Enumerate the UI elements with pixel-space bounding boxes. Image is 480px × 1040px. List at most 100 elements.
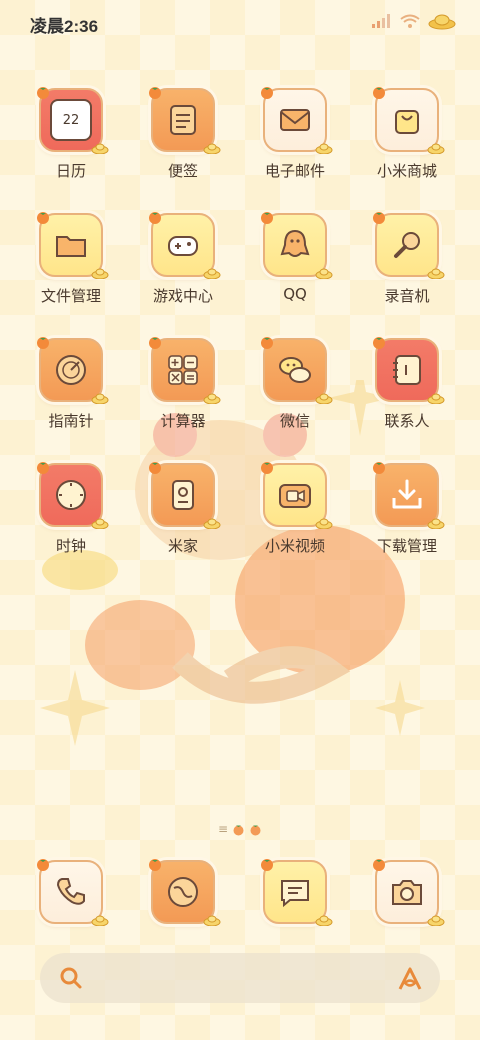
app-label: 时钟 bbox=[55, 537, 86, 555]
app-tile bbox=[261, 337, 333, 404]
download-icon bbox=[392, 479, 422, 509]
shopping-bag-icon bbox=[395, 110, 419, 134]
clock-icon bbox=[56, 480, 86, 510]
app-mijia[interactable]: 米家 bbox=[128, 459, 238, 569]
app-label: 指南针 bbox=[48, 412, 94, 430]
camera-icon bbox=[392, 880, 422, 905]
dock bbox=[0, 856, 480, 936]
app-label: QQ bbox=[283, 285, 307, 303]
app-tile bbox=[261, 462, 333, 529]
persimmon-badge-icon bbox=[149, 859, 161, 871]
compass-icon bbox=[56, 355, 86, 385]
folder-icon bbox=[56, 236, 86, 257]
app-label: 小米视频 bbox=[264, 537, 325, 555]
gold-ingot-icon bbox=[203, 393, 221, 404]
persimmon-badge-icon bbox=[261, 859, 273, 871]
app-label: 微信 bbox=[279, 412, 310, 430]
app-tile bbox=[37, 859, 109, 926]
gold-ingot-icon bbox=[315, 268, 333, 279]
app-label: 游戏中心 bbox=[152, 287, 213, 305]
gold-ingot-icon bbox=[91, 143, 109, 154]
dock-browser[interactable] bbox=[128, 856, 238, 966]
app-tile bbox=[149, 462, 221, 529]
app-label: 电子邮件 bbox=[264, 162, 325, 180]
persimmon-badge-icon bbox=[37, 212, 49, 224]
notes-icon bbox=[170, 105, 196, 135]
app-qq[interactable]: QQ bbox=[240, 209, 350, 319]
status-icons bbox=[372, 12, 456, 30]
persimmon-badge-icon bbox=[37, 462, 49, 474]
app-tile bbox=[373, 462, 445, 529]
phone-icon bbox=[56, 878, 85, 905]
dock-camera[interactable] bbox=[352, 856, 462, 966]
gold-ingot-icon bbox=[91, 518, 109, 529]
contacts-icon bbox=[393, 355, 421, 385]
gold-ingot-icon bbox=[427, 143, 445, 154]
app-wechat[interactable]: 微信 bbox=[240, 334, 350, 444]
app-contacts[interactable]: 联系人 bbox=[352, 334, 462, 444]
app-download-manager[interactable]: 下载管理 bbox=[352, 459, 462, 569]
mijia-icon bbox=[172, 480, 194, 510]
app-calendar[interactable]: 22 日历 bbox=[16, 84, 126, 194]
message-icon bbox=[281, 880, 309, 908]
app-tile bbox=[261, 859, 333, 926]
persimmon-badge-icon bbox=[261, 337, 273, 349]
gold-ingot-icon bbox=[427, 915, 445, 926]
app-notes[interactable]: 便签 bbox=[128, 84, 238, 194]
persimmon-badge-icon bbox=[37, 859, 49, 871]
page-dot-active bbox=[233, 825, 244, 835]
menu-lines-icon: ≡ bbox=[217, 822, 229, 836]
video-camera-icon bbox=[279, 484, 311, 508]
app-compass[interactable]: 指南针 bbox=[16, 334, 126, 444]
app-recorder[interactable]: 录音机 bbox=[352, 209, 462, 319]
app-game-center[interactable]: 游戏中心 bbox=[128, 209, 238, 319]
app-clock[interactable]: 时钟 bbox=[16, 459, 126, 569]
xiaoai-assistant-icon[interactable] bbox=[396, 965, 424, 993]
gold-ingot-icon bbox=[203, 143, 221, 154]
search-icon[interactable] bbox=[58, 965, 84, 991]
mail-icon bbox=[280, 109, 310, 131]
app-label: 米家 bbox=[167, 537, 198, 555]
gamepad-icon bbox=[168, 236, 198, 256]
app-mi-video[interactable]: 小米视频 bbox=[240, 459, 350, 569]
app-tile bbox=[149, 337, 221, 404]
app-tile bbox=[373, 212, 445, 279]
gold-ingot-icon bbox=[427, 268, 445, 279]
persimmon-badge-icon bbox=[261, 212, 273, 224]
gold-ingot-icon bbox=[315, 393, 333, 404]
persimmon-badge-icon bbox=[149, 462, 161, 474]
gold-ingot-icon bbox=[315, 143, 333, 154]
dock-messages[interactable] bbox=[240, 856, 350, 966]
app-mi-store[interactable]: 小米商城 bbox=[352, 84, 462, 194]
dock-phone[interactable] bbox=[16, 856, 126, 966]
app-tile bbox=[373, 337, 445, 404]
app-tile bbox=[261, 212, 333, 279]
app-email[interactable]: 电子邮件 bbox=[240, 84, 350, 194]
app-tile bbox=[373, 87, 445, 154]
app-label: 计算器 bbox=[160, 412, 206, 430]
app-tile bbox=[37, 462, 109, 529]
app-calculator[interactable]: 计算器 bbox=[128, 334, 238, 444]
persimmon-badge-icon bbox=[37, 87, 49, 99]
persimmon-badge-icon bbox=[373, 859, 385, 871]
gold-ingot-icon bbox=[427, 393, 445, 404]
app-tile bbox=[373, 859, 445, 926]
app-label: 便签 bbox=[167, 162, 198, 180]
persimmon-badge-icon bbox=[149, 87, 161, 99]
status-bar: 凌晨2:36 bbox=[0, 0, 480, 44]
gold-ingot-icon bbox=[315, 518, 333, 529]
search-bar[interactable] bbox=[40, 953, 440, 1003]
page-indicator[interactable]: ≡ bbox=[0, 822, 480, 836]
persimmon-badge-icon bbox=[261, 87, 273, 99]
app-file-manager[interactable]: 文件管理 bbox=[16, 209, 126, 319]
clock-time: 凌晨2:36 bbox=[30, 17, 99, 36]
gold-ingot-icon bbox=[315, 915, 333, 926]
persimmon-badge-icon bbox=[373, 212, 385, 224]
app-label: 日历 bbox=[55, 162, 86, 180]
app-tile: 22 bbox=[37, 87, 109, 154]
app-label: 联系人 bbox=[384, 412, 430, 430]
microphone-icon bbox=[394, 232, 420, 258]
gold-ingot-icon bbox=[203, 915, 221, 926]
persimmon-badge-icon bbox=[373, 337, 385, 349]
browser-icon bbox=[168, 877, 198, 907]
